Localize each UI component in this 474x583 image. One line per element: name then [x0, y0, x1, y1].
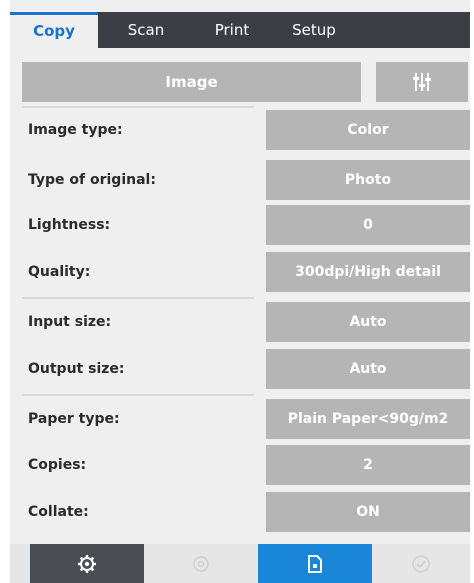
- quality-button[interactable]: 300dpi/High detail: [266, 252, 470, 292]
- label-output-size: Output size:: [28, 361, 125, 377]
- label-quality: Quality:: [28, 264, 91, 280]
- output-size-button[interactable]: Auto: [266, 349, 470, 389]
- copies-button[interactable]: 2: [266, 445, 470, 485]
- bottom-action-bar: [10, 544, 470, 583]
- image-type-button[interactable]: Color: [266, 110, 470, 150]
- gear-icon: [78, 554, 96, 573]
- paper-type-button[interactable]: Plain Paper<90g/m2: [266, 399, 470, 439]
- image-adjust-button[interactable]: [376, 62, 468, 102]
- tab-print[interactable]: Print: [190, 12, 274, 48]
- section-divider: [22, 106, 254, 108]
- checkmark-icon: [412, 554, 430, 573]
- stop-icon: [193, 555, 209, 572]
- input-size-button[interactable]: Auto: [266, 302, 470, 342]
- label-collate: Collate:: [28, 504, 89, 520]
- label-image-type: Image type:: [28, 122, 123, 138]
- collate-button[interactable]: ON: [266, 492, 470, 532]
- type-of-original-button[interactable]: Photo: [266, 160, 470, 200]
- label-copies: Copies:: [28, 457, 87, 473]
- stop-button[interactable]: [144, 544, 258, 583]
- start-button[interactable]: [372, 544, 470, 583]
- section-divider: [22, 297, 254, 299]
- preview-button[interactable]: [258, 544, 372, 583]
- image-section-button[interactable]: Image: [22, 62, 361, 102]
- label-type-of-original: Type of original:: [28, 172, 156, 188]
- label-input-size: Input size:: [28, 314, 112, 330]
- section-divider: [22, 394, 254, 396]
- tab-bar: Copy Scan Print Setup: [10, 12, 470, 48]
- tab-scan[interactable]: Scan: [110, 12, 182, 48]
- label-paper-type: Paper type:: [28, 411, 120, 427]
- sliders-icon: [413, 73, 431, 91]
- tab-setup[interactable]: Setup: [276, 12, 352, 48]
- lightness-button[interactable]: 0: [266, 205, 470, 245]
- preview-document-icon: [308, 554, 322, 573]
- settings-button[interactable]: [30, 544, 144, 583]
- copy-settings-panel: Copy Scan Print Setup Image Image type: …: [10, 0, 470, 583]
- label-lightness: Lightness:: [28, 217, 111, 233]
- tab-copy[interactable]: Copy: [10, 12, 98, 48]
